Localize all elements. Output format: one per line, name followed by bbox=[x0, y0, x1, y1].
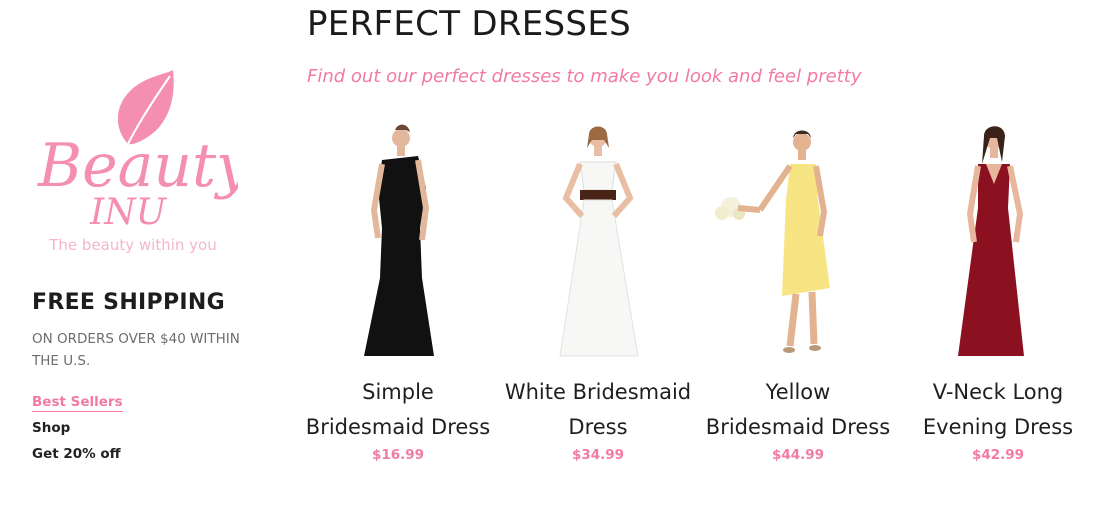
product-name-line2: Evening Dress bbox=[922, 415, 1074, 439]
nav-item-label: Best Sellers bbox=[32, 394, 123, 412]
product-name[interactable]: V-Neck Long Evening Dress bbox=[898, 375, 1095, 445]
dress-photo bbox=[559, 126, 639, 357]
product-price: $44.99 bbox=[771, 447, 825, 463]
product-name-line1: Simple bbox=[362, 380, 434, 404]
logo-wordmark-inu: INU bbox=[89, 192, 168, 233]
product-image[interactable] bbox=[298, 118, 498, 363]
nav-item-get-20-off[interactable]: Get 20% off bbox=[32, 444, 123, 470]
nav-item-label: Get 20% off bbox=[32, 446, 121, 462]
page-title: PERFECT DRESSES bbox=[307, 4, 631, 44]
side-nav: Best Sellers Shop Get 20% off bbox=[32, 392, 123, 470]
dress-photo bbox=[958, 126, 1024, 356]
free-shipping-details: ON ORDERS OVER $40 WITHIN THE U.S. bbox=[32, 331, 240, 369]
product-card[interactable]: V-Neck Long Evening Dress $42.99 bbox=[898, 118, 1095, 463]
logo-wordmark-beauty: Beauty bbox=[37, 131, 238, 201]
product-name-line2: Bridesmaid Dress bbox=[705, 415, 891, 439]
product-price: $34.99 bbox=[571, 447, 625, 463]
product-name-line1: V-Neck Long bbox=[932, 380, 1064, 404]
product-card[interactable]: Simple Bridesmaid Dress $16.99 bbox=[298, 118, 498, 463]
brand-tagline: The beauty within you bbox=[49, 236, 217, 254]
product-price: $42.99 bbox=[971, 447, 1025, 463]
nav-item-shop[interactable]: Shop bbox=[32, 418, 123, 444]
brand-logo[interactable]: Beauty INU The beauty within you bbox=[28, 66, 238, 266]
product-image[interactable] bbox=[898, 118, 1095, 363]
product-name-line1: Yellow bbox=[765, 380, 831, 404]
product-image[interactable] bbox=[698, 118, 898, 363]
product-name[interactable]: White Bridesmaid Dress bbox=[498, 375, 698, 445]
product-name-line2: Dress bbox=[568, 415, 628, 439]
leaf-icon: Beauty INU bbox=[37, 70, 238, 233]
free-shipping-heading: FREE SHIPPING bbox=[32, 290, 225, 315]
page-subtitle: Find out our perfect dresses to make you… bbox=[307, 66, 862, 87]
nav-item-best-sellers[interactable]: Best Sellers bbox=[32, 392, 123, 418]
dress-photo bbox=[715, 130, 830, 353]
product-card[interactable]: Yellow Bridesmaid Dress $44.99 bbox=[698, 118, 898, 463]
product-grid: Simple Bridesmaid Dress $16.99 White Bri… bbox=[298, 118, 1095, 478]
product-name[interactable]: Simple Bridesmaid Dress bbox=[298, 375, 498, 445]
product-name-line1: White Bridesmaid bbox=[504, 380, 692, 404]
product-price: $16.99 bbox=[371, 447, 425, 463]
product-name[interactable]: Yellow Bridesmaid Dress bbox=[698, 375, 898, 445]
product-card[interactable]: White Bridesmaid Dress $34.99 bbox=[498, 118, 698, 463]
nav-item-label: Shop bbox=[32, 420, 71, 436]
dress-photo bbox=[364, 124, 434, 356]
product-image[interactable] bbox=[498, 118, 698, 363]
product-name-line2: Bridesmaid Dress bbox=[305, 415, 491, 439]
